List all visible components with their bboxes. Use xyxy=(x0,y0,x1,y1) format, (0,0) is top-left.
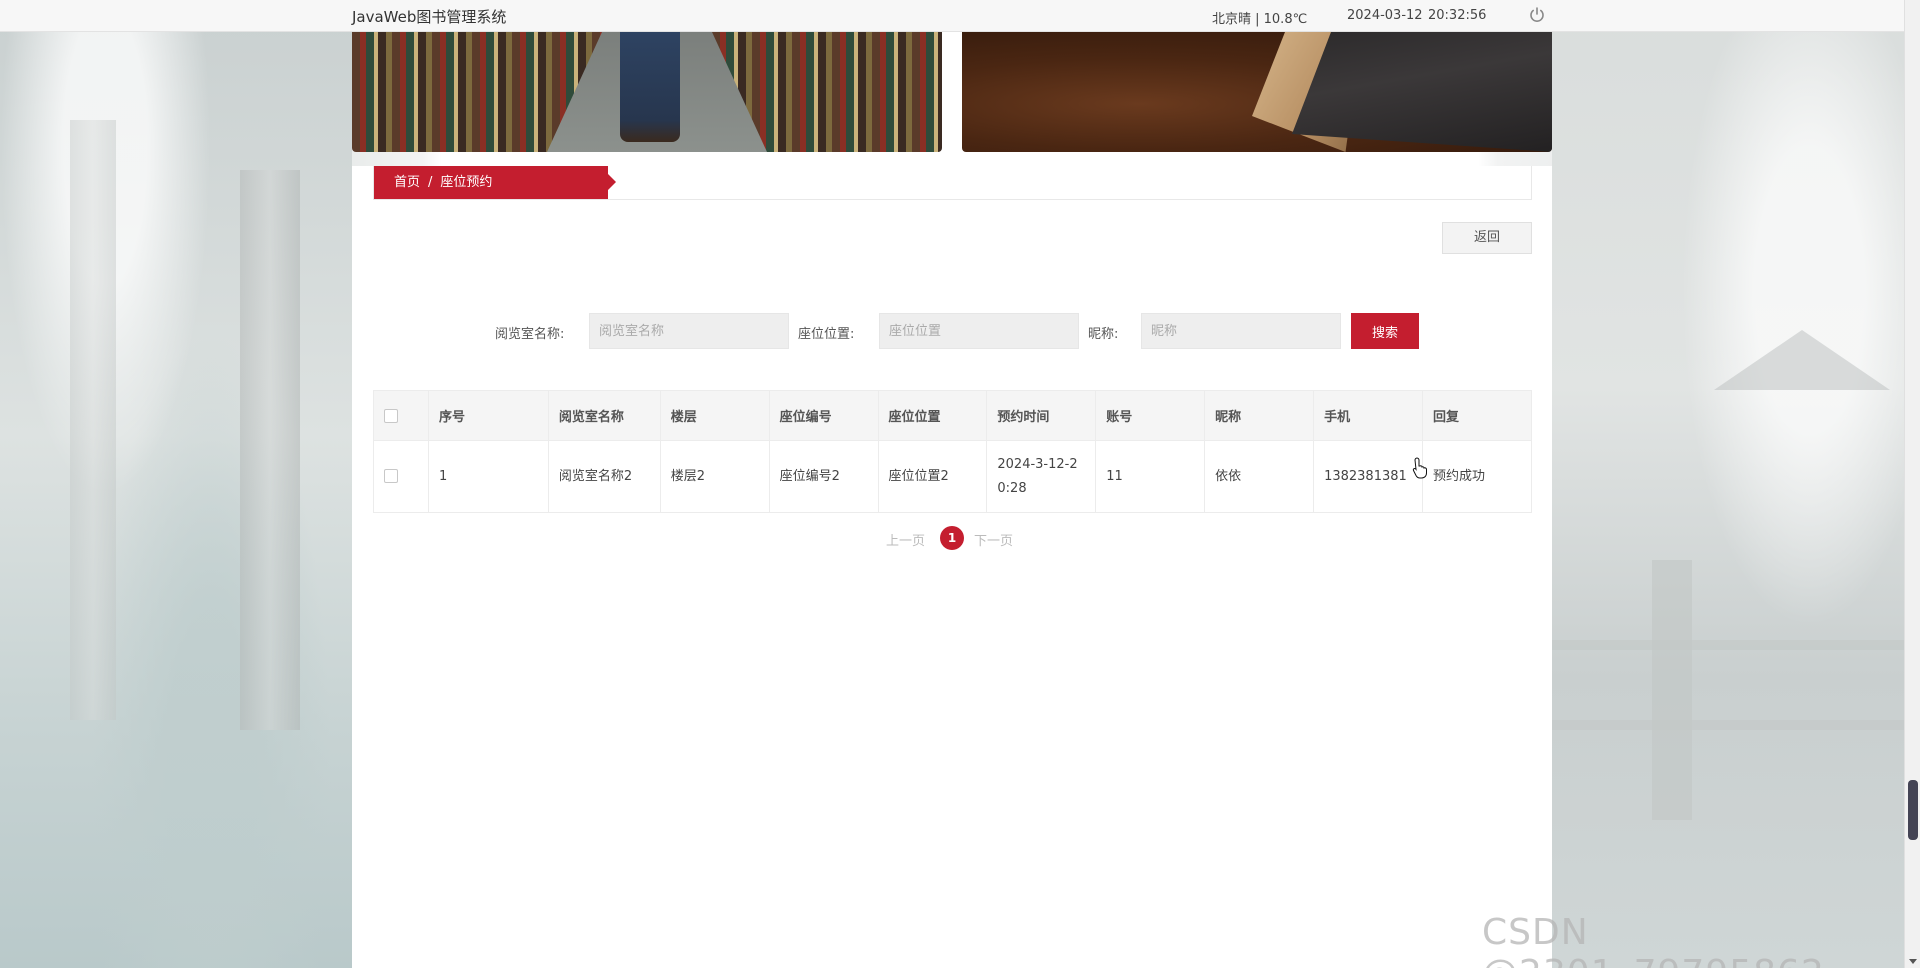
cell-floor: 楼层2 xyxy=(659,440,770,513)
scrollbar-thumb[interactable] xyxy=(1908,780,1918,840)
cell-reply: 预约成功 xyxy=(1422,440,1532,513)
breadcrumb-home[interactable]: 首页 xyxy=(394,175,420,190)
column-header-seat-number: 座位编号 xyxy=(768,390,879,441)
cell-phone: 1382381381 xyxy=(1313,440,1424,513)
search-button[interactable]: 搜索 xyxy=(1351,313,1419,349)
breadcrumb: 首页 / 座位预约 xyxy=(374,166,616,199)
reservation-table: 序号 阅览室名称 楼层 座位编号 座位位置 预约时间 账号 昵称 手机 回复 1… xyxy=(373,390,1532,513)
room-name-label: 阅览室名称: xyxy=(495,327,565,342)
column-header-account: 账号 xyxy=(1095,390,1206,441)
room-name-input[interactable] xyxy=(589,313,789,349)
column-header-phone: 手机 xyxy=(1313,390,1424,441)
banner-library-shelves xyxy=(352,32,942,152)
nickname-input[interactable] xyxy=(1141,313,1341,349)
column-header-seat-location: 座位位置 xyxy=(877,390,988,441)
nickname-label: 昵称: xyxy=(1088,327,1119,342)
column-header-room: 阅览室名称 xyxy=(547,390,661,441)
background-pillar xyxy=(70,120,116,720)
csdn-watermark: CSDN @2301_79795862 xyxy=(1482,912,1824,968)
header-select-all[interactable] xyxy=(373,390,429,441)
back-button[interactable]: 返回 xyxy=(1442,222,1532,254)
column-header-floor: 楼层 xyxy=(659,390,770,441)
cell-nickname: 依依 xyxy=(1204,440,1315,513)
cell-index: 1 xyxy=(427,440,549,513)
hand-pointer-icon xyxy=(1412,457,1427,479)
banner-old-book xyxy=(962,32,1552,152)
row-select-cell[interactable] xyxy=(373,440,429,513)
background-railing xyxy=(1552,640,1920,730)
next-page-link[interactable]: 下一页 xyxy=(974,530,1013,549)
row-checkbox[interactable] xyxy=(384,469,398,483)
table-row[interactable]: 1 阅览室名称2 楼层2 座位编号2 座位位置2 2024-3-12-20:28… xyxy=(373,440,1532,513)
cell-account: 11 xyxy=(1095,440,1206,513)
column-header-index: 序号 xyxy=(427,390,549,441)
breadcrumb-current: 座位预约 xyxy=(440,175,493,190)
banner-book-cover xyxy=(1292,32,1552,152)
search-form: 阅览室名称: 座位位置: 昵称: 搜索 xyxy=(352,313,1552,349)
main-panel: 首页 / 座位预约 返回 阅览室名称: 座位位置: 昵称: 搜索 序号 阅览室名称 … xyxy=(352,166,1552,968)
cell-reserve-time: 2024-3-12-20:28 xyxy=(986,440,1097,513)
top-bar: JavaWeb图书管理系统 北京晴 | 10.8℃ 2024-03-12 20:… xyxy=(0,0,1904,32)
seat-location-input[interactable] xyxy=(879,313,1079,349)
background-scenery-left xyxy=(0,0,352,968)
current-date: 2024-03-12 xyxy=(1347,8,1423,23)
banner-person xyxy=(620,32,680,142)
column-header-nickname: 昵称 xyxy=(1204,390,1315,441)
current-time: 20:32:56 xyxy=(1428,8,1487,23)
cell-seat-number: 座位编号2 xyxy=(768,440,879,513)
background-scenery-right xyxy=(1552,0,1920,968)
background-pillar xyxy=(240,170,300,730)
pagination: 上一页 1 下一页 xyxy=(352,526,1552,550)
breadcrumb-bar: 首页 / 座位预约 xyxy=(373,166,1532,200)
column-header-reply: 回复 xyxy=(1422,390,1532,441)
power-icon[interactable] xyxy=(1528,6,1546,24)
background-roof xyxy=(1714,330,1890,390)
cell-room: 阅览室名称2 xyxy=(547,440,661,513)
cell-seat-location: 座位位置2 xyxy=(877,440,988,513)
table-header-row: 序号 阅览室名称 楼层 座位编号 座位位置 预约时间 账号 昵称 手机 回复 xyxy=(373,390,1532,441)
prev-page-link[interactable]: 上一页 xyxy=(886,530,925,549)
seat-location-label: 座位位置: xyxy=(798,327,855,342)
page-number-current[interactable]: 1 xyxy=(940,526,964,550)
weather-info: 北京晴 | 10.8℃ xyxy=(1212,12,1308,27)
app-title: JavaWeb图书管理系统 xyxy=(352,8,507,26)
select-all-checkbox[interactable] xyxy=(384,408,398,423)
page-scrollbar[interactable] xyxy=(1904,0,1920,968)
column-header-reserve-time: 预约时间 xyxy=(986,390,1097,441)
breadcrumb-separator: / xyxy=(428,175,433,190)
